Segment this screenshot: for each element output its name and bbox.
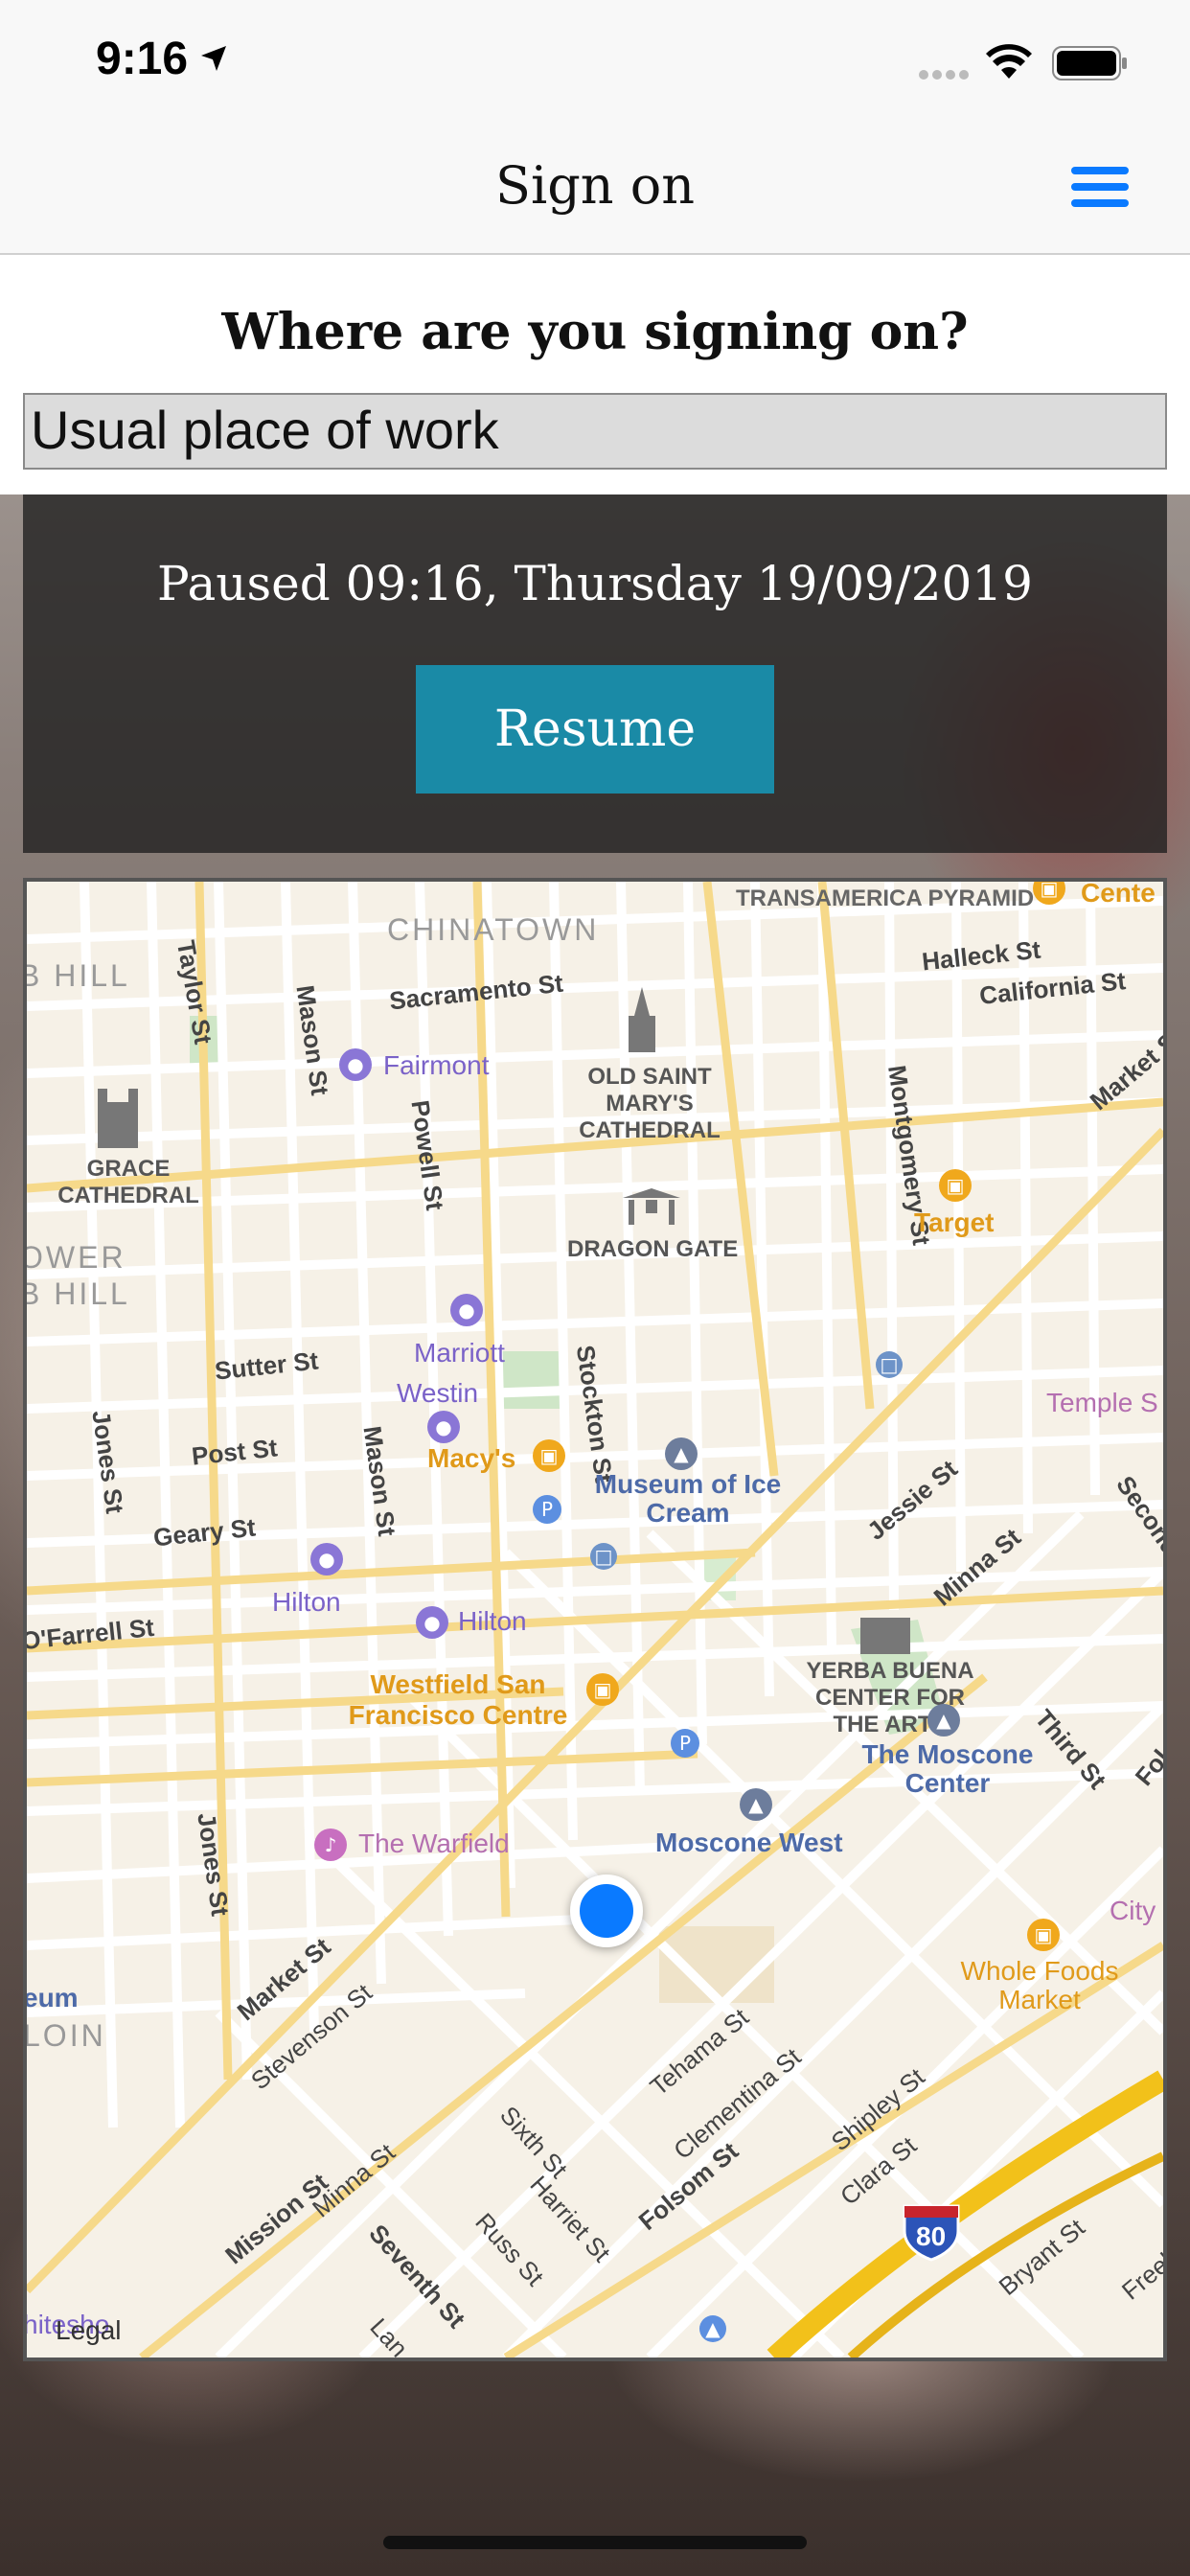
sign-on-question: Where are you signing on? xyxy=(221,303,969,361)
poi-transamerica-label: TRANSAMERICA PYRAMID xyxy=(736,886,1034,912)
cathedral-icon xyxy=(629,987,655,1052)
parking-icon[interactable]: P xyxy=(671,1729,699,1758)
hotel-icon[interactable]: ● xyxy=(427,1411,460,1443)
shopping-bag-icon[interactable]: ▣ xyxy=(586,1673,619,1706)
district-label: B HILL xyxy=(23,958,130,993)
cathedral-icon xyxy=(98,1089,138,1148)
poi-eum-label: eum xyxy=(23,1983,79,2012)
hotel-icon[interactable]: ● xyxy=(310,1543,343,1576)
poi-museum-label[interactable]: Museum of Ice Cream xyxy=(592,1470,784,1528)
poi-marriott-label[interactable]: Marriott xyxy=(414,1338,505,1368)
status-bar: 9:16 xyxy=(0,0,1190,126)
district-label: B HILL xyxy=(23,1276,130,1311)
poi-moscone-west-label[interactable]: Moscone West xyxy=(655,1828,843,1857)
sign-on-prompt: Where are you signing on? Usual place of… xyxy=(0,255,1190,494)
grocery-icon[interactable]: ▣ xyxy=(1027,1919,1060,1951)
paused-status-text: Paused 09:16, Thursday 19/09/2019 xyxy=(157,556,1033,611)
battery-icon xyxy=(1052,46,1127,80)
convention-center-icon[interactable]: ▲ xyxy=(740,1788,772,1821)
parking-icon[interactable]: P xyxy=(533,1495,561,1524)
poi-center-label: Cente xyxy=(1081,878,1156,908)
current-location-dot xyxy=(570,1874,643,1947)
poi-hilton-label[interactable]: Hilton xyxy=(272,1587,341,1618)
poi-old-saint-marys-label: OLD SAINT MARY'S CATHEDRAL xyxy=(579,1064,721,1143)
poi-dragon-gate-label: DRAGON GATE xyxy=(567,1236,739,1262)
location-arrow-icon xyxy=(201,46,226,71)
poi-westin-label[interactable]: Westin xyxy=(397,1378,478,1409)
location-select[interactable]: Usual place of work xyxy=(23,393,1167,470)
poi-hilton-label[interactable]: Hilton xyxy=(458,1606,527,1637)
resume-button[interactable]: Resume xyxy=(416,665,774,794)
shopping-bag-icon[interactable]: ▣ xyxy=(533,1439,565,1472)
museum-icon[interactable]: ▲ xyxy=(665,1438,698,1470)
district-label: CHINATOWN xyxy=(387,912,600,947)
wifi-icon xyxy=(986,44,1032,79)
cellular-signal-icon xyxy=(919,70,969,80)
navigation-bar: Sign on xyxy=(0,126,1190,255)
gate-icon xyxy=(623,1188,680,1225)
status-time: 9:16 xyxy=(96,34,189,84)
poi-westfield-label[interactable]: Westfield San Francisco Centre xyxy=(333,1669,583,1731)
poi-fairmont-label[interactable]: Fairmont xyxy=(383,1050,489,1081)
convention-center-icon[interactable]: ▲ xyxy=(927,1704,960,1736)
hotel-icon[interactable]: ● xyxy=(450,1294,483,1326)
poi-city-label[interactable]: City xyxy=(1110,1896,1156,1926)
interstate-80-label: 80 xyxy=(916,2221,947,2251)
transit-icon[interactable]: □ xyxy=(876,1351,903,1378)
poi-target-label[interactable]: Target xyxy=(914,1208,995,1238)
poi-temple-label[interactable]: Temple S xyxy=(1046,1388,1158,1418)
map-view[interactable]: CHINATOWN B HILL OWER B HILL LOIN Taylor… xyxy=(23,878,1167,2361)
paused-panel: Paused 09:16, Thursday 19/09/2019 Resume xyxy=(23,494,1167,853)
map-legal-link[interactable]: Legal xyxy=(56,2315,122,2346)
poi-transamerica-text: TRANSAMERICA PYRAMID xyxy=(736,886,1035,911)
home-indicator[interactable] xyxy=(383,2536,807,2549)
poi-whole-foods-label[interactable]: Whole Foods Market xyxy=(949,1957,1131,2014)
hotel-icon[interactable]: ● xyxy=(416,1606,448,1639)
poi-macys-label[interactable]: Macy's xyxy=(427,1443,515,1474)
hotel-icon[interactable]: ● xyxy=(339,1048,372,1081)
district-label: LOIN xyxy=(23,2018,106,2053)
gas-station-icon[interactable]: ▲ xyxy=(699,2315,726,2342)
page-title: Sign on xyxy=(494,155,696,216)
poi-grace-cathedral-label: GRACE CATHEDRAL xyxy=(57,1156,199,1208)
music-venue-icon[interactable]: ♪ xyxy=(314,1828,347,1861)
building-icon xyxy=(860,1618,910,1654)
poi-warfield-label[interactable]: The Warfield xyxy=(358,1828,510,1859)
hamburger-menu-icon[interactable] xyxy=(1071,163,1129,211)
transit-icon[interactable]: □ xyxy=(590,1543,617,1570)
poi-moscone-center-label[interactable]: The Moscone Center xyxy=(847,1740,1048,1798)
target-store-icon[interactable]: ▣ xyxy=(939,1169,972,1202)
district-label: OWER xyxy=(23,1240,126,1275)
